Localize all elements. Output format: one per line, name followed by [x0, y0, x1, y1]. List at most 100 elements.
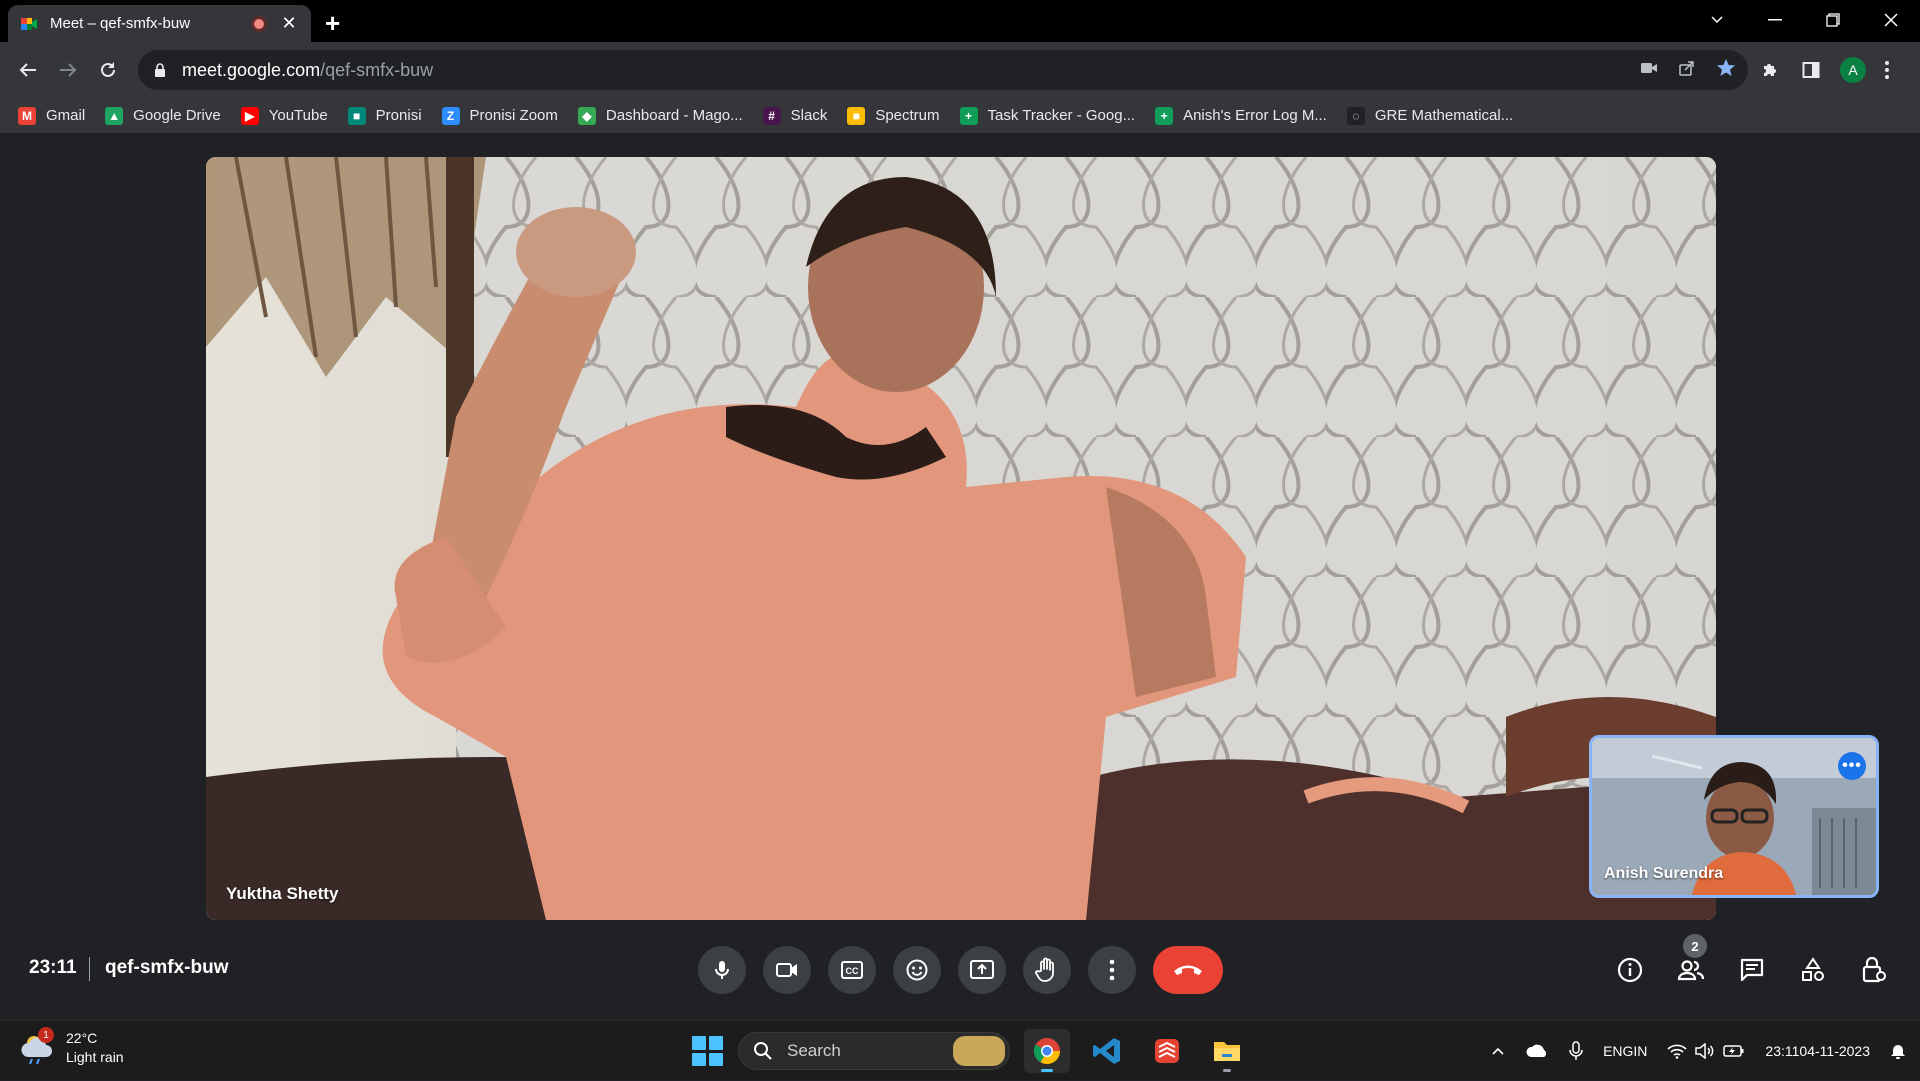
weather-widget[interactable]: 1 22°C Light rain: [20, 1027, 124, 1067]
clock-date: 04-11-2023: [1799, 1043, 1870, 1059]
present-screen-button[interactable]: [958, 946, 1006, 994]
meeting-code: qef-smfx-buw: [105, 957, 229, 978]
tab-close-icon[interactable]: ✕: [279, 13, 299, 34]
taskbar-vscode[interactable]: [1084, 1029, 1130, 1073]
meeting-side-controls: 2: [1608, 934, 1896, 994]
video-camera-icon: [776, 963, 797, 977]
taskbar-chrome[interactable]: [1024, 1029, 1070, 1073]
meeting-clock: 23:11: [29, 957, 77, 978]
bookmark-label: Task Tracker - Goog...: [987, 107, 1136, 124]
close-window-button[interactable]: [1862, 0, 1920, 40]
sheets-icon: +: [959, 106, 978, 125]
language-code: ENG: [1603, 1043, 1634, 1059]
present-screen-icon: [970, 960, 994, 979]
url-path: /qef-smfx-buw: [320, 59, 434, 80]
meeting-details-button[interactable]: [1608, 946, 1652, 994]
restore-button[interactable]: [1804, 0, 1862, 40]
browser-toolbar: meet.google.com/qef-smfx-buw A: [0, 42, 1920, 98]
profile-avatar: A: [1840, 57, 1866, 83]
weather-temperature: 22°C: [66, 1030, 98, 1046]
extensions-button[interactable]: [1760, 54, 1780, 86]
weather-notification-badge: 1: [38, 1027, 54, 1043]
bookmark-label: Gmail: [46, 107, 86, 124]
recording-indicator-icon: [251, 15, 267, 32]
chat-button[interactable]: [1730, 946, 1774, 994]
taskbar-file-explorer[interactable]: [1204, 1029, 1250, 1073]
forward-button[interactable]: [52, 54, 84, 86]
onedrive-cloud-icon[interactable]: [1525, 1043, 1549, 1059]
bookmark-item[interactable]: ◆ Dashboard - Mago...: [577, 106, 743, 125]
bookmark-item[interactable]: ▲ Google Drive: [105, 106, 221, 125]
youtube-icon: ▶: [240, 106, 259, 125]
activities-shapes-icon: [1802, 957, 1824, 981]
bookmark-item[interactable]: ■ Pronisi: [347, 106, 422, 125]
reload-button[interactable]: [92, 54, 124, 86]
system-clock[interactable]: 23:11 04-11-2023: [1765, 1042, 1870, 1060]
bookmark-item[interactable]: # Slack: [762, 106, 827, 125]
slack-icon: #: [762, 106, 781, 125]
search-highlight-image: [953, 1036, 1005, 1066]
bookmark-item[interactable]: ◌ GRE Mathematical...: [1346, 106, 1513, 125]
back-button[interactable]: [12, 54, 44, 86]
raise-hand-button[interactable]: [1023, 946, 1071, 994]
show-hidden-icons-chevron-icon[interactable]: [1491, 1046, 1505, 1056]
bookmark-item[interactable]: Z Pronisi Zoom: [441, 106, 558, 125]
folder-icon: [1214, 1042, 1240, 1061]
kebab-menu-icon: [1885, 61, 1889, 79]
bookmark-item[interactable]: ■ Spectrum: [847, 106, 940, 125]
notifications-bell-icon[interactable]: [1890, 1042, 1906, 1060]
microphone-button[interactable]: [698, 946, 746, 994]
browser-tab-meet[interactable]: Meet – qef-smfx-buw ✕: [8, 5, 311, 42]
address-bar[interactable]: meet.google.com/qef-smfx-buw: [138, 50, 1748, 90]
host-controls-button[interactable]: [1852, 946, 1896, 994]
more-options-button[interactable]: [1088, 946, 1136, 994]
bookmark-item[interactable]: + Anish's Error Log M...: [1155, 106, 1327, 125]
taskbar-todoist[interactable]: [1144, 1029, 1190, 1073]
chat-icon: [1740, 958, 1764, 982]
participant-count-badge: 2: [1683, 934, 1707, 958]
lock-icon: [152, 63, 168, 77]
people-icon: [1677, 960, 1705, 981]
bookmark-star-icon[interactable]: [1716, 58, 1736, 83]
bookmark-label: Spectrum: [875, 107, 940, 124]
gmail-icon: M: [18, 106, 36, 125]
main-participant-video[interactable]: Yuktha Shetty: [206, 157, 1716, 920]
self-view-tile[interactable]: ••• Anish Surendra: [1589, 735, 1879, 898]
bookmark-label: Dashboard - Mago...: [605, 107, 743, 124]
tab-search-chevron-icon[interactable]: [1688, 0, 1746, 40]
forward-arrow-icon: [60, 63, 77, 77]
battery-charging-icon: [1723, 1045, 1744, 1057]
reactions-button[interactable]: [893, 946, 941, 994]
leave-call-button[interactable]: [1153, 946, 1223, 994]
microphone-icon: [715, 961, 729, 979]
taskbar-search-box[interactable]: Search: [738, 1032, 1010, 1070]
side-panel-icon: [1802, 62, 1820, 78]
language-region: IN: [1633, 1043, 1648, 1059]
search-icon: [754, 1042, 772, 1060]
bookmark-item[interactable]: + Task Tracker - Goog...: [959, 106, 1136, 125]
bookmark-item[interactable]: M Gmail: [18, 106, 86, 125]
vscode-icon: [1093, 1038, 1120, 1064]
raise-hand-icon: [1035, 957, 1054, 982]
share-icon[interactable]: [1678, 59, 1696, 82]
camera-button[interactable]: [763, 946, 811, 994]
language-indicator[interactable]: ENG IN: [1603, 1042, 1647, 1060]
activities-button[interactable]: [1791, 946, 1835, 994]
tile-more-options-button[interactable]: •••: [1838, 752, 1866, 780]
windows-start-icon[interactable]: [690, 1034, 724, 1068]
network-sound-battery-group[interactable]: [1667, 1043, 1745, 1059]
bookmark-label: Anish's Error Log M...: [1183, 107, 1327, 124]
microphone-in-use-icon[interactable]: [1569, 1041, 1583, 1061]
weather-description: Light rain: [66, 1049, 124, 1065]
new-tab-button[interactable]: +: [325, 8, 340, 39]
people-button[interactable]: 2: [1669, 934, 1713, 994]
browser-menu-button[interactable]: [1884, 54, 1890, 86]
profile-button[interactable]: A: [1840, 54, 1866, 86]
bookmark-item[interactable]: ▶ YouTube: [240, 106, 328, 125]
self-participant-name: Anish Surendra: [1604, 865, 1724, 882]
captions-button[interactable]: CC: [828, 946, 876, 994]
side-panel-button[interactable]: [1802, 54, 1820, 86]
camera-in-use-icon[interactable]: [1640, 61, 1658, 80]
minimize-button[interactable]: [1746, 0, 1804, 40]
captions-icon: CC: [841, 961, 863, 979]
